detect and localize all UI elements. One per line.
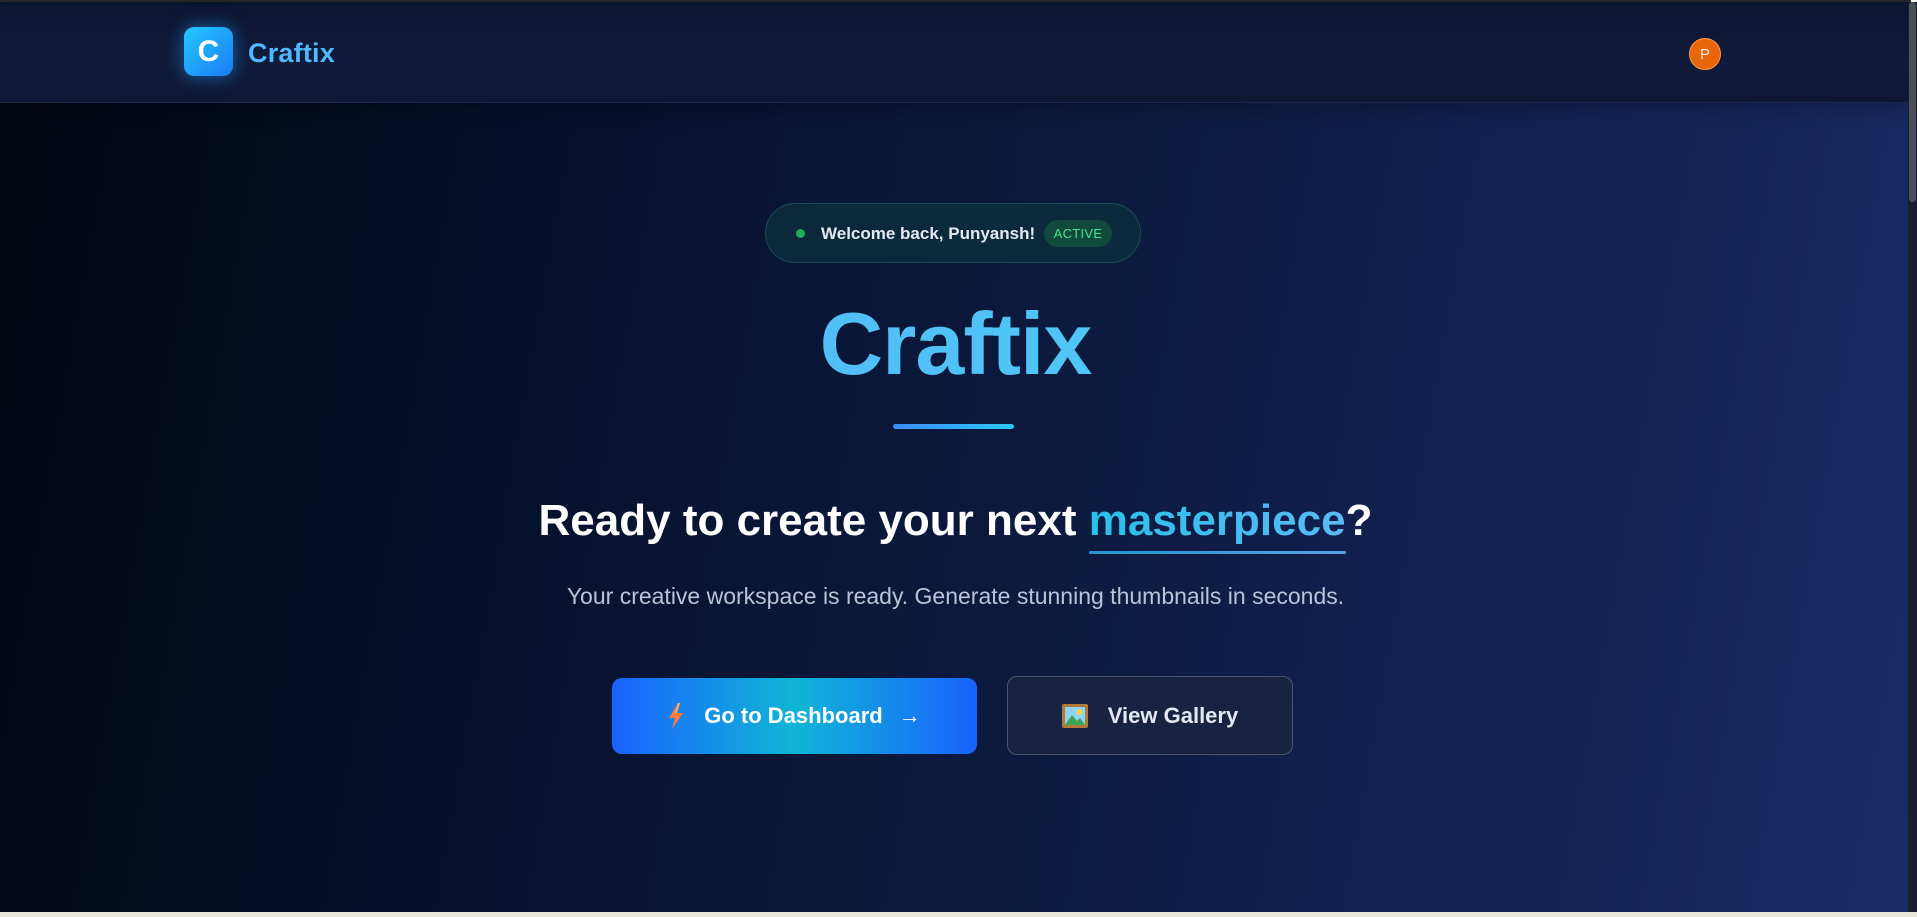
welcome-banner: Welcome back, Punyansh! ACTIVE	[765, 203, 1141, 263]
window-bottom-edge	[0, 912, 1917, 917]
view-gallery-button[interactable]: View Gallery	[1007, 676, 1293, 755]
headline-tail: ?	[1345, 496, 1373, 545]
welcome-message: Welcome back, Punyansh!	[821, 224, 1036, 243]
online-status-dot-icon	[796, 229, 805, 238]
page-scrollbar-thumb[interactable]	[1909, 2, 1916, 202]
app-viewport: C Craftix P Welcome back, Punyansh! ACTI…	[0, 0, 1911, 912]
headline-accent-word: masterpiece	[1088, 496, 1346, 554]
framed-picture-icon	[1061, 703, 1088, 728]
view-gallery-label: View Gallery	[1107, 702, 1239, 728]
hero-subtitle: Your creative workspace is ready. Genera…	[566, 583, 1345, 609]
hero-title-underline	[893, 424, 1014, 429]
status-badge: ACTIVE	[1044, 220, 1112, 247]
headline-accent-text: masterpiece	[1088, 496, 1346, 545]
hero-headline: Ready to create your next masterpiece?	[0, 496, 1911, 554]
avatar-initial: P	[1699, 45, 1710, 63]
logo-mark[interactable]: C	[184, 27, 233, 76]
headline-lead: Ready to create your next	[538, 496, 1089, 545]
logo-letter: C	[197, 34, 220, 68]
logo-wordmark[interactable]: Craftix	[248, 38, 335, 69]
hero-title: Craftix	[0, 300, 1911, 388]
go-to-dashboard-label: Go to Dashboard	[704, 703, 883, 728]
go-to-dashboard-button[interactable]: Go to Dashboard →	[612, 678, 977, 754]
accent-underline	[1088, 551, 1346, 554]
top-navbar: C Craftix P	[0, 2, 1911, 103]
lightning-bolt-icon	[668, 703, 684, 729]
user-avatar[interactable]: P	[1689, 38, 1721, 70]
arrow-right-icon: →	[898, 703, 921, 728]
